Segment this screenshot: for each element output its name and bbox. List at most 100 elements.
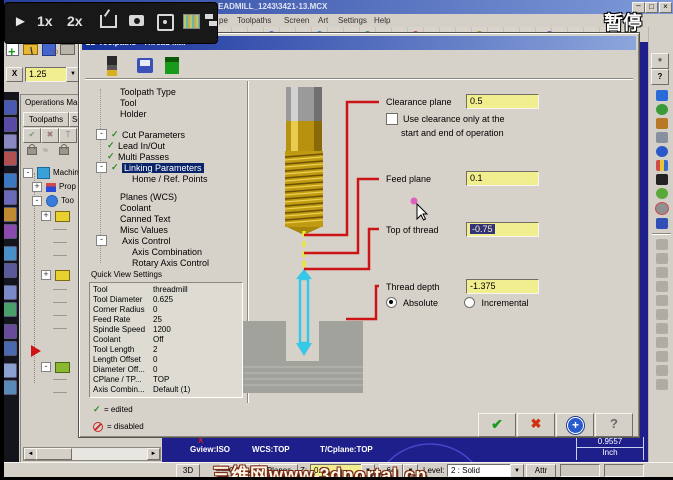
absolute-radio-row[interactable]: Absolute: [386, 297, 438, 309]
magnifier-icon[interactable]: [654, 202, 669, 215]
collapse-icon[interactable]: -: [96, 162, 107, 173]
create-point-icon[interactable]: +: [8, 45, 20, 58]
dock-icon[interactable]: [2, 173, 17, 188]
attributes-button[interactable]: Attr: [526, 464, 556, 478]
3d-button[interactable]: 3D: [176, 464, 200, 478]
ops-node-folder[interactable]: +: [41, 269, 70, 281]
ops-node-folder-selected[interactable]: -: [41, 361, 70, 373]
collapse-icon[interactable]: -: [96, 235, 107, 246]
tree-item-tool[interactable]: Tool: [89, 97, 137, 108]
ops-node-properties[interactable]: + Prop: [32, 181, 76, 193]
menu-item-art[interactable]: Art: [318, 16, 328, 26]
dock-icon[interactable]: [2, 190, 17, 205]
hidden-combo[interactable]: [604, 464, 644, 477]
expander-icon[interactable]: -: [41, 362, 51, 372]
speed-1x-button[interactable]: 1x: [37, 13, 53, 29]
clearance-only-checkbox[interactable]: [386, 113, 398, 125]
scroll-right-icon[interactable]: ►: [147, 448, 160, 460]
tree-item-toolpath-type[interactable]: Toolpath Type: [89, 86, 176, 97]
tree-item-lead-in-out[interactable]: ✓ Lead In/Out: [89, 140, 165, 151]
disabled-tool-icon[interactable]: [655, 253, 668, 264]
disabled-tool-icon[interactable]: [655, 337, 668, 348]
tree-item-linking-parameters[interactable]: - ✓ Linking Parameters: [89, 162, 204, 173]
ops-node-folder[interactable]: +: [41, 210, 70, 222]
ops-node-toolgroup[interactable]: - Too: [32, 195, 74, 207]
dock-icon[interactable]: [2, 117, 17, 132]
disabled-tool-icon[interactable]: [655, 281, 668, 292]
camera-icon[interactable]: [129, 15, 144, 26]
focus-region-icon[interactable]: [157, 14, 174, 31]
absolute-radio[interactable]: [386, 297, 397, 308]
tree-item-home-ref-points[interactable]: Home / Ref. Points: [89, 173, 208, 184]
tree-item-holder[interactable]: Holder: [89, 108, 147, 119]
dock-icon[interactable]: [2, 151, 17, 166]
speed-2x-button[interactable]: 2x: [67, 13, 83, 29]
pen-icon[interactable]: [655, 118, 668, 129]
lock-icon[interactable]: [25, 144, 39, 157]
tree-item-cut-parameters[interactable]: - ✓ Cut Parameters: [89, 129, 185, 140]
dock-icon[interactable]: [2, 263, 17, 278]
help-button[interactable]: ?: [595, 413, 633, 437]
tab-toolpaths[interactable]: Toolpaths: [23, 112, 69, 127]
tree-item-canned-text[interactable]: Canned Text: [89, 213, 170, 224]
dock-icon[interactable]: [2, 363, 17, 378]
globe-blue-icon[interactable]: [655, 146, 668, 157]
save-ops-icon[interactable]: [655, 218, 668, 229]
sidebar-top-button[interactable]: ●: [651, 53, 669, 69]
cancel-button[interactable]: ✖: [517, 413, 555, 437]
disabled-tool-icon[interactable]: [655, 323, 668, 334]
scroll-thumb[interactable]: [36, 448, 72, 460]
menu-item-screen[interactable]: Screen: [284, 16, 309, 26]
menu-item[interactable]: pe: [219, 16, 228, 26]
tree-item-axis-control[interactable]: - Axis Control: [89, 235, 171, 246]
thread-depth-field[interactable]: -1.375: [466, 279, 539, 294]
menu-item-toolpaths[interactable]: Toolpaths: [237, 16, 271, 26]
tree-item-planes-wcs[interactable]: Planes (WCS): [89, 191, 177, 202]
ops-node-machine[interactable]: - Machine: [23, 167, 83, 179]
level-dropdown-icon[interactable]: ▼: [510, 464, 524, 478]
tool-library-icon[interactable]: [165, 57, 179, 74]
menu-item-help[interactable]: Help: [374, 16, 390, 26]
save-parameters-icon[interactable]: [137, 58, 153, 73]
expander-icon[interactable]: +: [32, 182, 42, 192]
add-operation-button[interactable]: +: [556, 413, 594, 437]
expander-icon[interactable]: -: [32, 196, 42, 206]
help-toolbar-icon[interactable]: ?: [651, 69, 669, 85]
face-icon[interactable]: [655, 188, 668, 199]
collapse-icon[interactable]: -: [96, 129, 107, 140]
dock-icon[interactable]: [2, 341, 17, 356]
expander-icon[interactable]: +: [41, 270, 51, 280]
x-coordinate-button[interactable]: X: [6, 67, 23, 82]
asterisk-icon[interactable]: [655, 174, 668, 185]
feed-plane-field[interactable]: 0.1: [466, 171, 539, 186]
target-icon[interactable]: [655, 90, 668, 101]
globe-green-icon[interactable]: [655, 104, 668, 115]
select-all-icon[interactable]: ✔: [23, 128, 41, 143]
incremental-radio[interactable]: [464, 297, 475, 308]
pin-arrow-icon[interactable]: ►: [13, 12, 28, 32]
close-button[interactable]: ×: [659, 2, 672, 13]
pattern-icon[interactable]: [183, 14, 200, 29]
scale-combo[interactable]: 1.25: [25, 67, 70, 82]
lock-icon[interactable]: [57, 144, 71, 157]
dock-icon[interactable]: [2, 285, 17, 300]
insert-arrow-icon[interactable]: [31, 345, 41, 357]
hidden-combo[interactable]: [560, 464, 600, 477]
ops-hscrollbar[interactable]: ◄ ►: [23, 447, 161, 461]
dock-icon[interactable]: [2, 302, 17, 317]
disabled-tool-icon[interactable]: [655, 309, 668, 320]
regen-icon[interactable]: T: [59, 128, 77, 143]
disabled-tool-icon[interactable]: [655, 267, 668, 278]
clearance-plane-field[interactable]: 0.5: [466, 94, 539, 109]
disabled-tool-icon[interactable]: [655, 365, 668, 376]
expander-icon[interactable]: -: [23, 168, 33, 178]
ok-button[interactable]: ✔: [478, 413, 516, 437]
tree-item-coolant[interactable]: Coolant: [89, 202, 151, 213]
robot-icon[interactable]: [655, 132, 668, 143]
layout-icon[interactable]: [205, 14, 218, 27]
clearance-only-checkbox-row[interactable]: Use clearance only at the: [386, 113, 505, 125]
select-none-icon[interactable]: ✖: [41, 128, 59, 143]
expander-icon[interactable]: +: [41, 211, 51, 221]
top-of-thread-field[interactable]: -0.75: [466, 222, 539, 237]
disabled-tool-icon[interactable]: [655, 379, 668, 390]
